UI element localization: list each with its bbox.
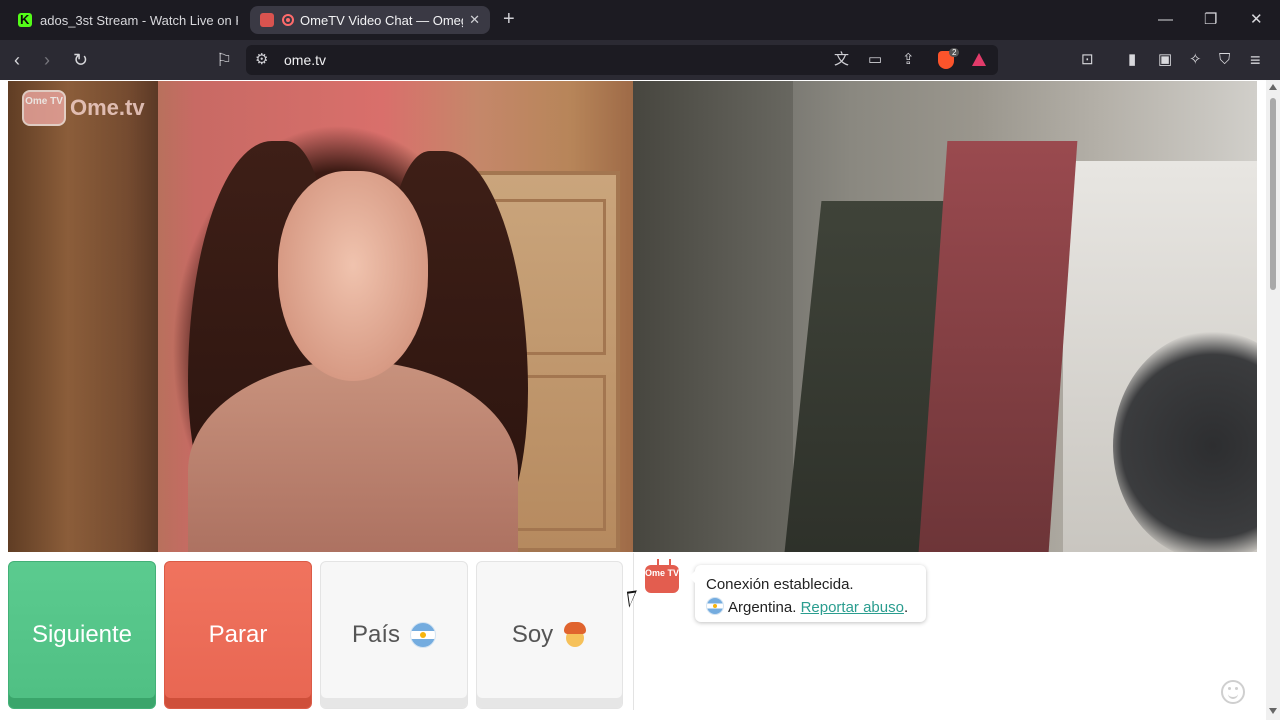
mouse-cursor-icon xyxy=(626,590,640,608)
gender-button[interactable]: Soy xyxy=(476,561,623,709)
back-icon[interactable]: ‹ xyxy=(14,49,20,71)
menu-icon[interactable]: ≡ xyxy=(1250,49,1261,71)
argentina-flag-icon xyxy=(410,622,437,648)
video-subject xyxy=(278,171,428,381)
tab-ometv[interactable]: OmeTV Video Chat — Omegl ✕ xyxy=(250,6,490,34)
shields-count-badge: 2 xyxy=(949,48,960,57)
chat-input[interactable] xyxy=(634,673,1256,710)
sidebar-icon[interactable]: ▮ xyxy=(1128,49,1136,71)
boy-icon xyxy=(563,622,587,648)
connection-status: Conexión establecida. xyxy=(706,576,854,593)
close-window-icon[interactable]: ✕ xyxy=(1250,10,1263,30)
video-background xyxy=(633,81,793,552)
country-button-label: País xyxy=(351,621,401,648)
kick-icon xyxy=(18,12,32,27)
gender-button-label: Soy xyxy=(511,621,554,648)
address-bar[interactable]: ⚙ ome.tv 文 ▭ ⇪ 2 xyxy=(246,45,998,75)
ometv-avatar: Ome TV xyxy=(645,559,679,593)
report-abuse-link[interactable]: Reportar abuso xyxy=(801,599,904,616)
new-tab-icon[interactable]: + xyxy=(503,9,515,29)
site-settings-icon[interactable]: ⚙ xyxy=(255,51,268,69)
bookmark-icon[interactable]: ⚐ xyxy=(216,49,232,71)
close-tab-icon[interactable]: ✕ xyxy=(469,12,480,28)
ometv-wordmark: Ome.tv xyxy=(70,95,145,120)
stop-button-label: Parar xyxy=(208,621,268,648)
emoji-icon[interactable] xyxy=(1221,680,1245,704)
chat-message: Conexión establecida. Argentina. Reporta… xyxy=(689,565,926,622)
video-background xyxy=(918,141,1078,552)
country-button[interactable]: País xyxy=(320,561,468,709)
cast-icon[interactable]: ▭ xyxy=(868,51,882,69)
tab-bar: ados_3st Stream - Watch Live on Kick Ome… xyxy=(0,0,1280,40)
vpn-icon[interactable]: ⛉ xyxy=(1219,49,1230,71)
partner-country: Argentina. xyxy=(728,599,797,616)
next-button-label: Siguiente xyxy=(31,621,133,648)
leo-ai-icon[interactable]: ✧ xyxy=(1189,49,1202,71)
tab-title: ados_3st Stream - Watch Live on Kick xyxy=(40,12,238,28)
nav-bar: ‹ › ↻ ⚐ ⚙ ome.tv 文 ▭ ⇪ 2 ⊡ ▮ ▣ ✧ ⛉ ≡ xyxy=(0,40,1280,80)
share-icon[interactable]: ⇪ xyxy=(902,51,915,69)
recording-icon xyxy=(282,14,294,26)
screenshot-icon[interactable]: ⊡ xyxy=(1081,49,1094,71)
brave-rewards-icon[interactable] xyxy=(972,53,986,66)
reload-icon[interactable]: ↻ xyxy=(73,49,88,71)
restore-icon[interactable]: ❐ xyxy=(1204,10,1217,30)
url-text: ome.tv xyxy=(284,52,327,68)
tab-title: OmeTV Video Chat — Omegl xyxy=(300,12,464,28)
wallet-icon[interactable]: ▣ xyxy=(1158,49,1172,71)
argentina-flag-icon xyxy=(706,597,724,615)
forward-icon[interactable]: › xyxy=(44,49,50,71)
minimize-icon[interactable]: — xyxy=(1158,10,1173,30)
scroll-thumb[interactable] xyxy=(1270,98,1276,290)
translate-icon[interactable]: 文 xyxy=(834,51,849,69)
stop-button[interactable]: Parar xyxy=(164,561,312,709)
scroll-down-icon[interactable] xyxy=(1269,708,1277,714)
partner-video xyxy=(8,81,633,552)
scroll-up-icon[interactable] xyxy=(1269,84,1277,90)
page-scrollbar[interactable] xyxy=(1266,80,1280,720)
next-button[interactable]: Siguiente xyxy=(8,561,156,709)
self-video xyxy=(633,81,1257,552)
tab-kick[interactable]: ados_3st Stream - Watch Live on Kick xyxy=(8,6,248,34)
ometv-logo: Ome TV Ome.tv xyxy=(22,90,145,126)
ometv-icon xyxy=(260,13,274,27)
video-background xyxy=(8,81,158,552)
partner-country-line: Argentina. Reportar abuso. xyxy=(706,596,915,619)
sentence-period: . xyxy=(903,599,909,616)
ometv-tv-icon: Ome TV xyxy=(22,90,66,126)
